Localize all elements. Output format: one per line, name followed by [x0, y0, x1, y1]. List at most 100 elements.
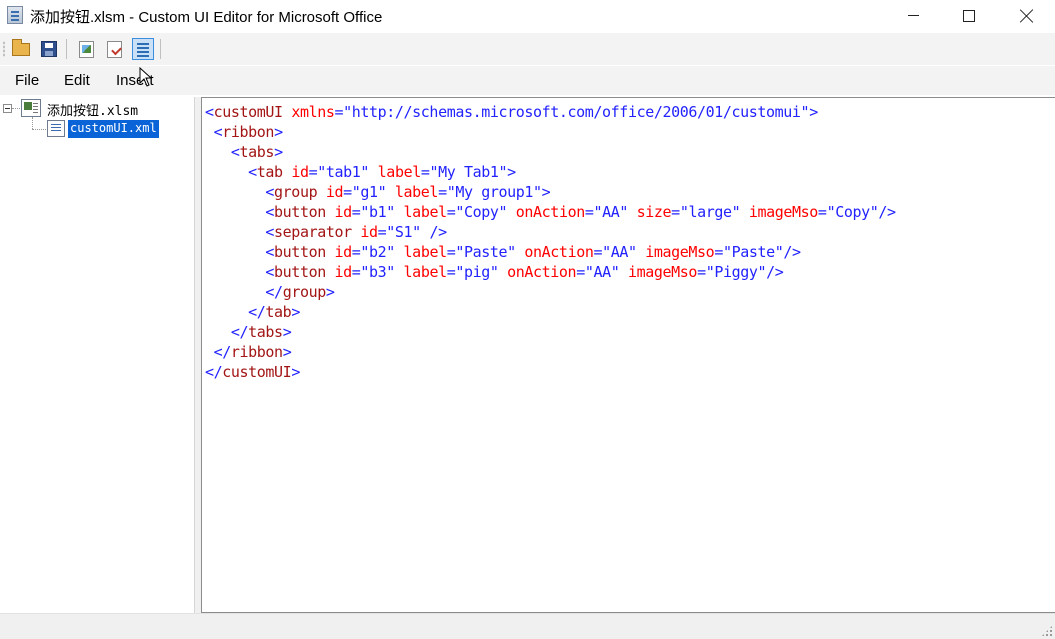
code-token-val: "pig" [455, 263, 499, 281]
code-line[interactable]: </customUI> [205, 362, 896, 382]
code-token-val: "Piggy" [705, 263, 767, 281]
code-line[interactable]: <ribbon> [205, 122, 896, 142]
resize-grip-icon[interactable] [1041, 625, 1053, 637]
document-tree[interactable]: 添加按钮.xlsm customUI.xml [0, 97, 195, 613]
minimize-button[interactable] [890, 0, 936, 31]
code-token-tag: tabs [248, 323, 283, 341]
xml-file-icon [47, 120, 65, 137]
insert-icons-button[interactable] [75, 38, 97, 60]
toolbar-separator [160, 39, 161, 59]
generate-callbacks-icon [135, 41, 151, 57]
code-token-eq: = [377, 223, 387, 241]
code-token-tag: customUI [222, 363, 292, 381]
toolbar [0, 33, 1055, 65]
code-token-br: < [205, 163, 257, 181]
code-token-attr: imageMso [636, 243, 715, 261]
tree-item-workbook[interactable]: 添加按钮.xlsm [47, 100, 138, 119]
save-button[interactable] [38, 38, 60, 60]
code-token-br: > [282, 323, 292, 341]
tree-item-customui-xml[interactable]: customUI.xml [67, 119, 160, 139]
code-line[interactable]: <button id="b2" label="Paste" onAction="… [205, 242, 896, 262]
tree-connector [32, 129, 46, 130]
code-token-br: < [205, 143, 240, 161]
close-button[interactable] [1004, 0, 1050, 31]
code-token-tag: button [274, 203, 326, 221]
window-title: 添加按钮.xlsm - Custom UI Editor for Microso… [30, 9, 383, 26]
title-bar: 添加按钮.xlsm - Custom UI Editor for Microso… [0, 0, 1055, 31]
code-token-val: "g1" [351, 183, 387, 201]
code-token-br: < [205, 103, 214, 121]
code-line[interactable]: <separator id="S1" /> [205, 222, 896, 242]
code-token-val: "My Tab1" [429, 163, 508, 181]
code-token-attr: id [325, 263, 352, 281]
open-button[interactable] [10, 38, 32, 60]
status-bar [0, 613, 1055, 639]
code-token-eq: = [714, 243, 723, 261]
code-token-br: </ [205, 363, 223, 381]
code-token-br: > [291, 303, 300, 321]
code-token-val: "Paste" [722, 243, 784, 261]
tree-connector [32, 117, 33, 129]
validate-icon [106, 40, 122, 58]
code-line[interactable]: </tab> [205, 302, 896, 322]
code-token-br: > [541, 183, 551, 201]
menu-edit[interactable]: Edit [64, 72, 90, 89]
menu-file[interactable]: File [15, 72, 39, 89]
code-line[interactable]: <customUI xmlns="http://schemas.microsof… [205, 102, 896, 122]
code-token-val: "My group1" [446, 183, 542, 201]
code-token-tag: button [274, 263, 326, 281]
code-token-attr: onAction [498, 263, 577, 281]
code-token-tag: customUI [213, 103, 283, 121]
code-token-attr: label [394, 243, 448, 261]
open-folder-icon [12, 38, 30, 56]
tree-connector [12, 108, 20, 109]
code-token-eq: = [593, 243, 603, 261]
code-token-attr: label [386, 183, 439, 201]
code-token-eq: = [576, 263, 585, 281]
code-token-attr: id [317, 183, 344, 201]
code-token-br: < [205, 243, 275, 261]
code-token-attr: id [325, 243, 352, 261]
code-token-br: </ [205, 343, 232, 361]
code-content[interactable]: <customUI xmlns="http://schemas.microsof… [205, 102, 896, 382]
code-line[interactable]: </ribbon> [205, 342, 896, 362]
generate-callbacks-button[interactable] [132, 38, 154, 60]
code-token-attr: label [369, 163, 422, 181]
mouse-cursor-icon [139, 67, 153, 87]
code-token-tag: group [274, 183, 318, 201]
code-token-attr: size [628, 203, 672, 221]
code-line[interactable]: <button id="b1" label="Copy" onAction="A… [205, 202, 896, 222]
minimize-icon [907, 15, 919, 16]
document-icon[interactable] [7, 6, 23, 24]
xml-editor[interactable]: <customUI xmlns="http://schemas.microsof… [201, 97, 1055, 613]
code-token-val: "AA" [602, 243, 637, 261]
code-token-br: /> [783, 243, 801, 261]
code-token-attr: id [282, 163, 309, 181]
code-line[interactable]: </group> [205, 282, 896, 302]
code-line[interactable]: <group id="g1" label="My group1"> [205, 182, 896, 202]
maximize-icon [963, 9, 975, 22]
code-token-val: "Copy" [826, 203, 879, 221]
validate-button[interactable] [103, 38, 125, 60]
code-token-val: "b2" [360, 243, 395, 261]
code-line[interactable]: </tabs> [205, 322, 896, 342]
code-token-attr: imageMso [619, 263, 698, 281]
code-token-val: "b1" [360, 203, 395, 221]
code-token-br: > [507, 163, 516, 181]
code-token-br: > [325, 283, 335, 301]
code-token-tag: ribbon [222, 123, 275, 141]
code-token-eq: = [817, 203, 827, 221]
code-token-val: "http://schemas.microsoft.com/office/200… [343, 103, 810, 121]
code-line[interactable]: <tabs> [205, 142, 896, 162]
code-token-tag: button [274, 243, 326, 261]
maximize-button[interactable] [946, 0, 992, 31]
code-line[interactable]: <tab id="tab1" label="My Tab1"> [205, 162, 896, 182]
toolbar-grip[interactable] [3, 41, 5, 57]
code-token-eq: = [697, 263, 706, 281]
code-token-attr: onAction [515, 243, 594, 261]
collapse-toggle-icon[interactable] [3, 104, 12, 113]
code-token-br: < [205, 123, 223, 141]
code-token-br: > [809, 103, 818, 121]
code-token-eq: = [334, 103, 344, 121]
code-line[interactable]: <button id="b3" label="pig" onAction="AA… [205, 262, 896, 282]
